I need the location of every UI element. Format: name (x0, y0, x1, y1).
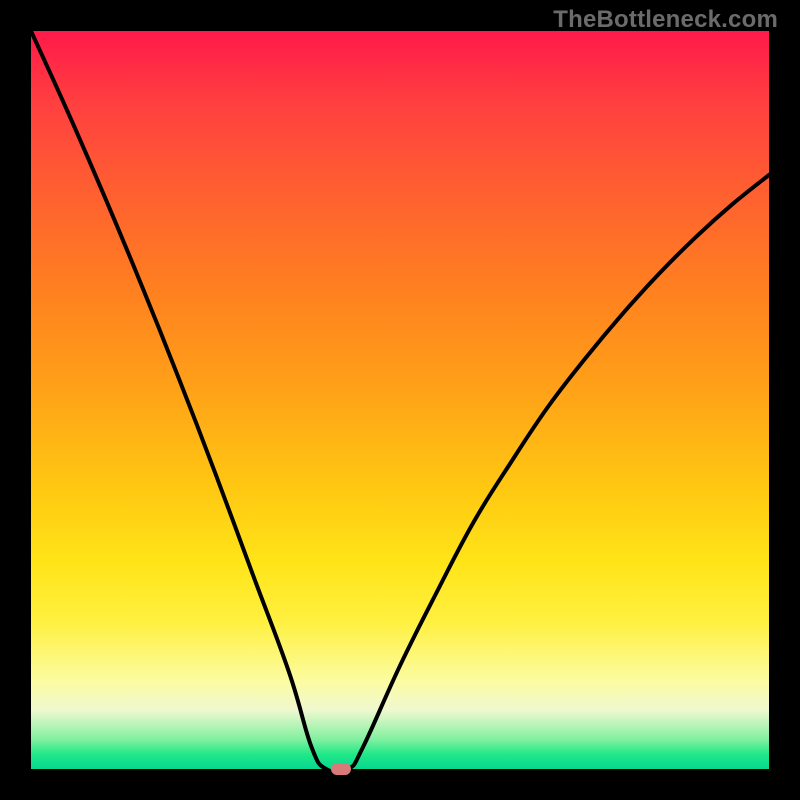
optimal-point-marker (331, 763, 351, 775)
plot-gradient-background (31, 31, 769, 769)
chart-frame: TheBottleneck.com (0, 0, 800, 800)
watermark-text: TheBottleneck.com (553, 6, 778, 34)
